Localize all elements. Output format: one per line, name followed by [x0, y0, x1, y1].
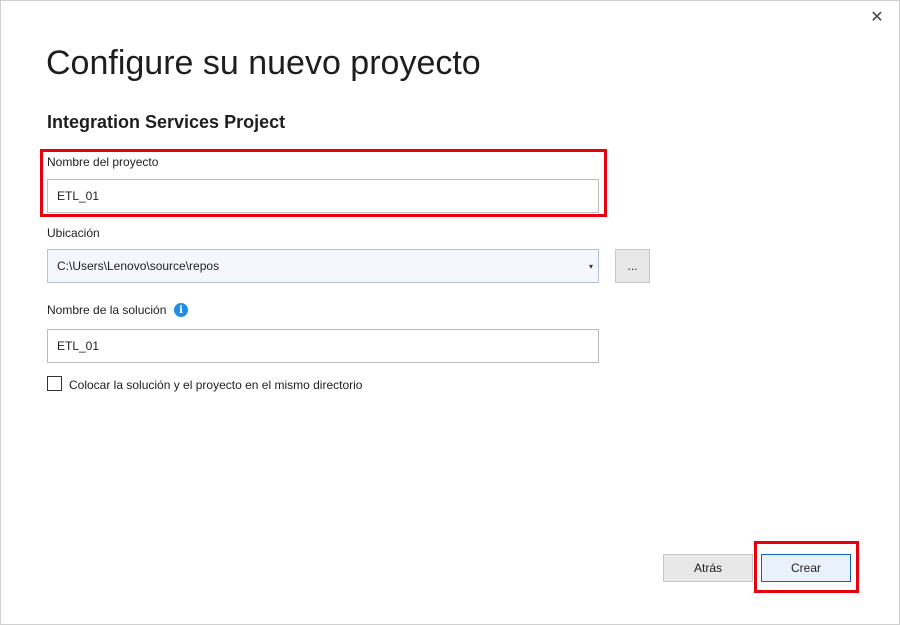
create-button[interactable]: Crear — [761, 554, 851, 582]
back-button[interactable]: Atrás — [663, 554, 753, 582]
same-directory-label: Colocar la solución y el proyecto en el … — [69, 378, 363, 392]
create-button-label: Crear — [790, 561, 821, 575]
solution-name-label: Nombre de la solución — [47, 303, 167, 317]
project-type-subtitle: Integration Services Project — [47, 112, 286, 132]
close-icon[interactable]: ✕ — [866, 6, 888, 28]
info-icon[interactable]: i — [174, 303, 188, 317]
solution-name-value: ETL_01 — [57, 339, 100, 353]
location-value: C:\Users\Lenovo\source\repos — [57, 259, 220, 273]
dialog-title: Configure su nuevo proyecto — [46, 44, 481, 82]
browse-button-label: ... — [627, 259, 638, 273]
location-label: Ubicación — [47, 226, 100, 240]
project-name-input[interactable]: ETL_01 — [47, 179, 599, 213]
solution-name-input[interactable]: ETL_01 — [47, 329, 599, 363]
chevron-down-icon[interactable]: ▾ — [584, 250, 598, 282]
same-directory-checkbox[interactable] — [47, 376, 62, 391]
back-button-label: Atrás — [693, 561, 722, 575]
project-name-label: Nombre del proyecto — [47, 155, 159, 169]
project-name-value: ETL_01 — [57, 189, 100, 203]
location-combobox[interactable]: C:\Users\Lenovo\source\repos ▾ — [47, 249, 599, 283]
browse-button[interactable]: ... — [615, 249, 650, 283]
